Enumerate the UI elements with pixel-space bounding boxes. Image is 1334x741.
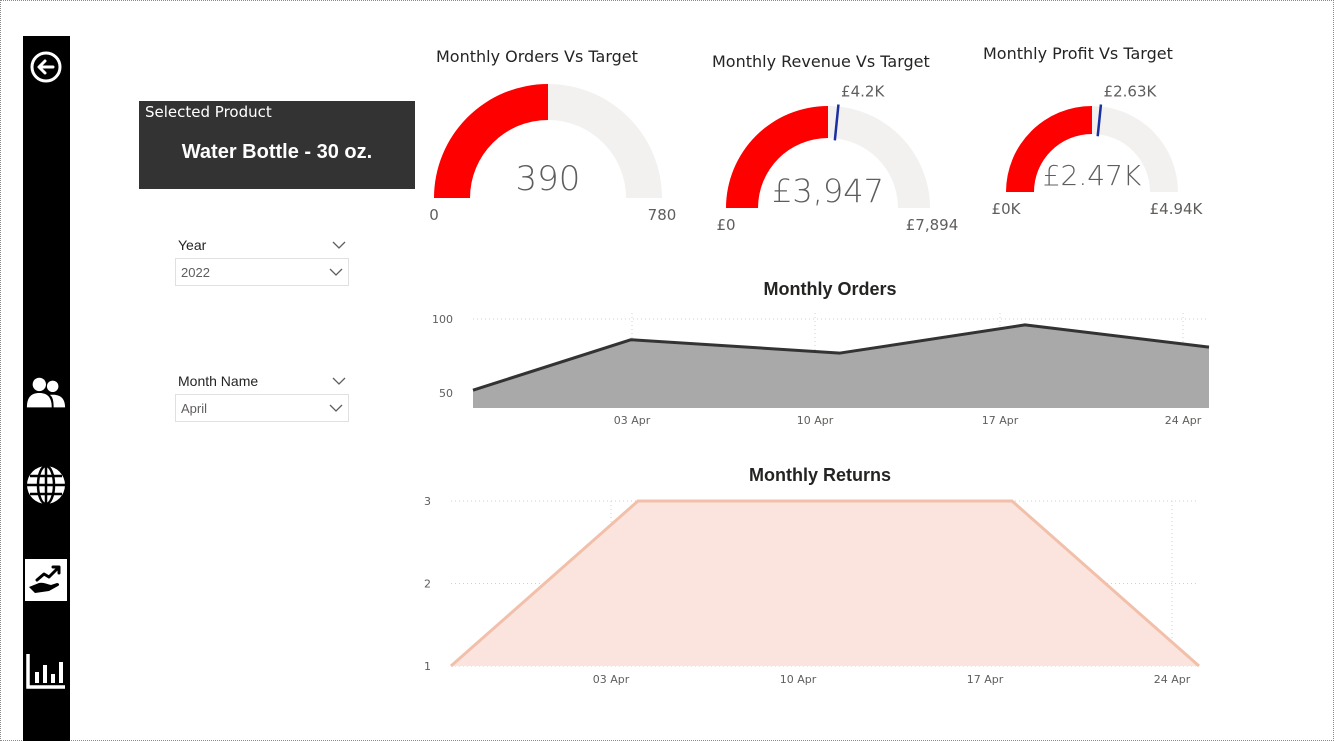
- hand-growth-chart-icon: [29, 565, 61, 593]
- returns-x-tick-label: 17 Apr: [967, 673, 1004, 686]
- orders-area-fill: [473, 324, 1209, 408]
- selected-product-label: Selected Product: [145, 103, 272, 121]
- selected-product-value: Water Bottle - 30 oz.: [181, 141, 373, 163]
- orders-data-point[interactable]: [1207, 345, 1211, 349]
- returns-data-point[interactable]: [636, 499, 640, 503]
- orders-y-tick-label: 100: [432, 313, 453, 326]
- year-dropdown[interactable]: 2022: [175, 258, 349, 286]
- selected-product-card: Selected Product Water Bottle - 30 oz.: [139, 101, 415, 189]
- orders-x-tick-label: 03 Apr: [614, 414, 651, 427]
- revenue-gauge[interactable]: £4.2K £3,947 £0 £7,894: [710, 80, 960, 240]
- month-slicer-label: Month Name: [178, 373, 259, 389]
- chevron-down-icon[interactable]: [332, 241, 346, 249]
- profit-gauge-title: Monthly Profit Vs Target: [983, 44, 1173, 63]
- returns-data-point[interactable]: [1197, 664, 1201, 668]
- nav-geography-button[interactable]: [25, 464, 67, 506]
- revenue-gauge-value: £3,947: [772, 172, 884, 210]
- globe-icon: [27, 464, 65, 506]
- year-dropdown-value: 2022: [181, 264, 210, 280]
- returns-x-tick-label: 03 Apr: [593, 673, 630, 686]
- bar-chart-icon: [26, 654, 65, 689]
- month-dropdown-value: April: [181, 400, 208, 416]
- month-slicer-header[interactable]: Month Name: [175, 370, 349, 392]
- returns-data-point[interactable]: [449, 664, 453, 668]
- orders-x-tick-label: 10 Apr: [797, 414, 834, 427]
- orders-data-point[interactable]: [471, 388, 475, 392]
- chevron-down-icon: [329, 268, 343, 276]
- profit-gauge[interactable]: £2.63K £2.47K £0K £4.94K: [990, 72, 1220, 222]
- returns-x-tick-label: 10 Apr: [780, 673, 817, 686]
- chevron-down-icon[interactable]: [332, 377, 346, 385]
- revenue-gauge-title: Monthly Revenue Vs Target: [712, 52, 930, 71]
- returns-chart-title: Monthly Returns: [749, 465, 891, 485]
- orders-gauge-max-label: 780: [648, 206, 677, 224]
- orders-area-chart[interactable]: 50 100 03 Apr 10 Apr 17 Apr 24 Apr: [420, 305, 1220, 430]
- returns-x-tick-label: 24 Apr: [1154, 673, 1191, 686]
- navigation-sidebar: [23, 36, 70, 741]
- nav-customers-button[interactable]: [25, 372, 67, 414]
- revenue-gauge-max-label: £7,894: [906, 216, 959, 234]
- orders-gauge-min-label: 0: [429, 206, 439, 224]
- back-button[interactable]: [25, 46, 67, 88]
- profit-gauge-value: £2.47K: [1043, 159, 1142, 192]
- profit-gauge-min-label: £0K: [992, 200, 1022, 218]
- returns-data-point[interactable]: [1010, 499, 1014, 503]
- year-slicer-label: Year: [178, 237, 207, 253]
- orders-gauge-title: Monthly Orders Vs Target: [436, 47, 638, 66]
- orders-data-point[interactable]: [629, 338, 633, 342]
- orders-chart-title: Monthly Orders: [763, 279, 897, 299]
- returns-y-tick-label: 1: [424, 660, 431, 673]
- profit-gauge-target-label: £2.63K: [1104, 82, 1158, 100]
- chevron-down-icon: [329, 404, 343, 412]
- year-slicer: Year 2022: [175, 234, 349, 286]
- orders-data-point[interactable]: [1023, 323, 1027, 327]
- orders-x-tick-label: 24 Apr: [1165, 414, 1202, 427]
- orders-y-tick-label: 50: [439, 387, 453, 400]
- returns-y-tick-label: 2: [424, 578, 431, 591]
- month-dropdown[interactable]: April: [175, 394, 349, 422]
- returns-area-fill: [451, 501, 1199, 666]
- orders-data-point[interactable]: [838, 351, 842, 355]
- back-arrow-icon: [30, 51, 62, 83]
- orders-x-tick-label: 17 Apr: [982, 414, 1019, 427]
- returns-data-point[interactable]: [823, 499, 827, 503]
- returns-area-chart[interactable]: 1 2 3 03 Apr 10 Apr 17 Apr 24 Apr: [410, 490, 1220, 690]
- profit-gauge-max-label: £4.94K: [1150, 200, 1204, 218]
- year-slicer-header[interactable]: Year: [175, 234, 349, 256]
- users-icon: [26, 377, 66, 408]
- nav-products-button[interactable]: [25, 559, 67, 601]
- orders-gauge[interactable]: 390 0 780: [420, 70, 680, 230]
- nav-sales-button[interactable]: [25, 650, 67, 692]
- returns-y-tick-label: 3: [424, 495, 431, 508]
- revenue-gauge-min-label: £0: [716, 216, 735, 234]
- month-slicer: Month Name April: [175, 370, 349, 422]
- orders-gauge-value: 390: [516, 159, 581, 199]
- revenue-gauge-target-label: £4.2K: [841, 83, 885, 101]
